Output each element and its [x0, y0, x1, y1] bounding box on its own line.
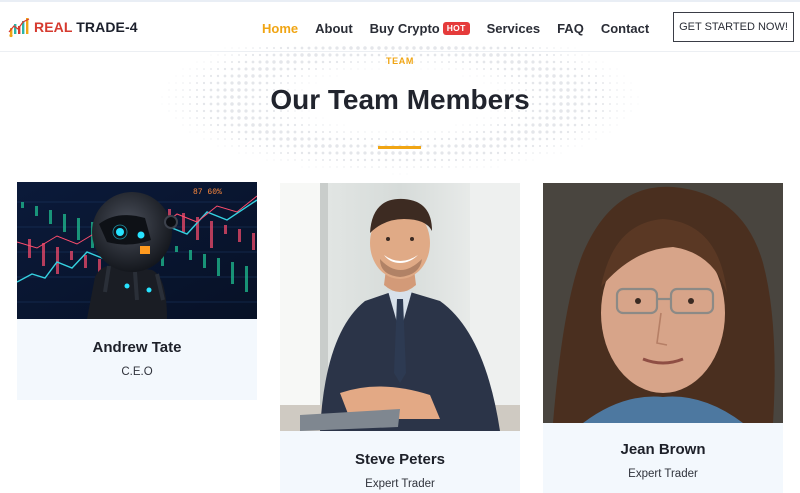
nav-about[interactable]: About	[315, 21, 353, 36]
team-member-name: Jean Brown	[620, 441, 706, 458]
team-card[interactable]: Jean Brown Expert Trader	[543, 183, 783, 493]
nav-home[interactable]: Home	[262, 21, 298, 36]
nav-buy-crypto-label: Buy Crypto	[369, 20, 440, 36]
nav-services[interactable]: Services	[487, 21, 541, 36]
title-underline	[378, 146, 421, 149]
svg-text:87 60%: 87 60%	[193, 188, 222, 197]
nav-faq[interactable]: FAQ	[557, 21, 584, 36]
get-started-button[interactable]: GET STARTED NOW!	[673, 12, 794, 42]
section-title: Our Team Members	[270, 84, 530, 115]
team-member-name: Andrew Tate	[92, 339, 182, 356]
team-card-info: Jean Brown Expert Trader	[543, 423, 783, 480]
team-member-name: Steve Peters	[354, 451, 446, 468]
team-card[interactable]: 87 60% Andrew Tate C.E.O	[17, 182, 257, 400]
nav-buy-crypto[interactable]: Buy Crypto HOT	[370, 21, 470, 36]
brand-name-part2: TRADE-4	[76, 19, 138, 35]
brand-name: REAL TRADE-4	[34, 19, 138, 35]
team-member-role: C.E.O	[121, 366, 153, 378]
hot-badge: HOT	[442, 21, 470, 35]
team-card-info: Steve Peters Expert Trader	[280, 431, 520, 490]
nav-contact[interactable]: Contact	[601, 21, 649, 36]
team-card[interactable]: Steve Peters Expert Trader	[280, 183, 520, 493]
main-nav: Home About Buy Crypto HOT Services FAQ C…	[262, 18, 666, 38]
bar-chart-logo-icon	[8, 18, 30, 38]
robot-trader-photo: 87 60%	[17, 182, 257, 319]
man-in-suit-photo	[280, 183, 520, 431]
brand-name-part1: REAL	[34, 19, 73, 35]
woman-with-glasses-photo	[543, 183, 783, 423]
brand-logo[interactable]: REAL TRADE-4	[8, 16, 138, 38]
team-member-role: Expert Trader	[628, 468, 698, 480]
section-eyebrow: TEAM	[386, 56, 414, 66]
team-member-role: Expert Trader	[365, 478, 435, 490]
team-card-info: Andrew Tate C.E.O	[17, 319, 257, 378]
